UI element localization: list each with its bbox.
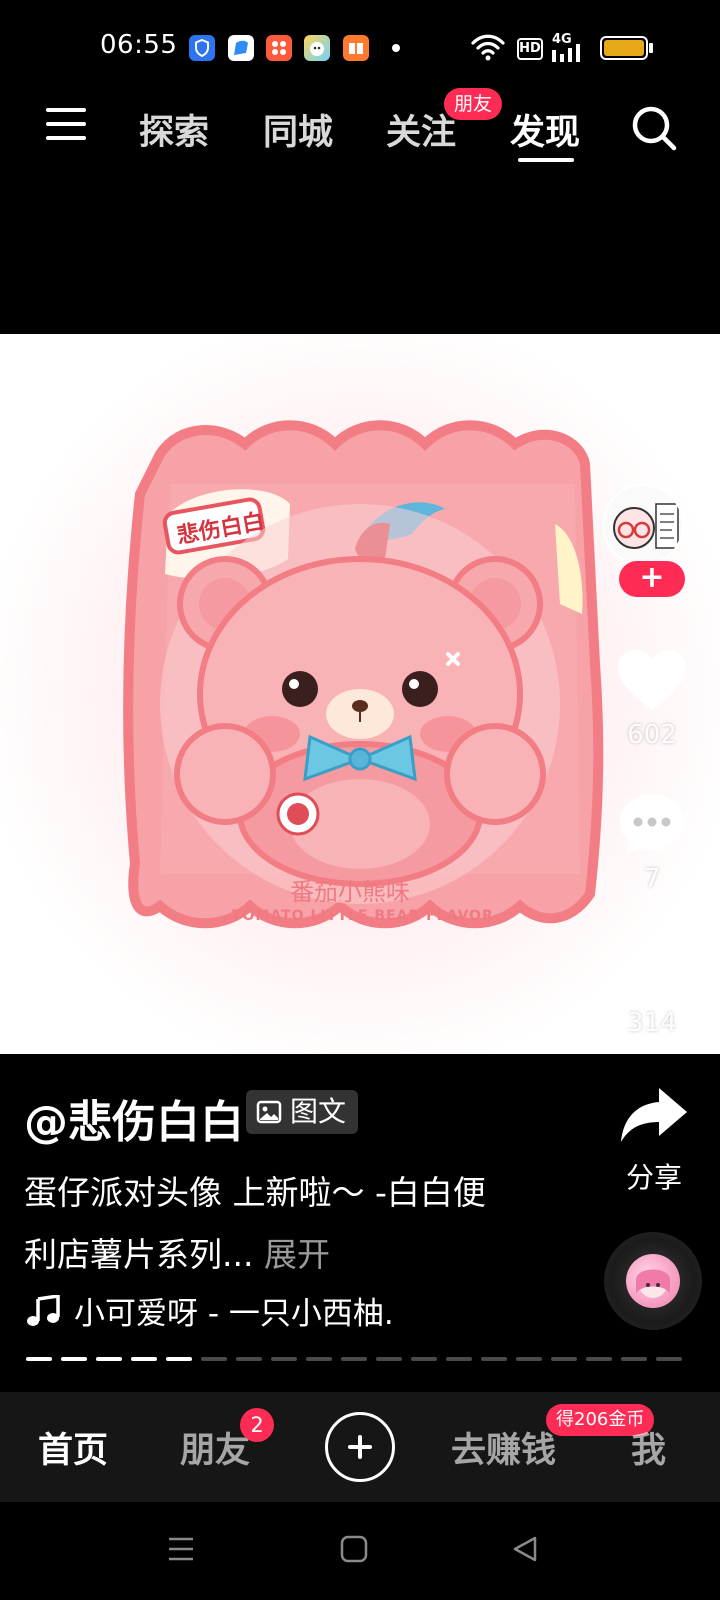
progress-segment <box>376 1357 402 1361</box>
tab-me[interactable]: 我 <box>631 1422 666 1473</box>
author-avatar[interactable] <box>602 484 684 566</box>
progress-segment <box>341 1357 367 1361</box>
post-type-label: 图文 <box>290 1095 347 1128</box>
progress-segment <box>131 1357 157 1361</box>
progress-segment <box>621 1357 647 1361</box>
image-progress-indicator <box>26 1357 682 1361</box>
music-note-icon <box>27 1294 60 1326</box>
progress-segment <box>61 1357 87 1361</box>
progress-segment <box>166 1357 192 1361</box>
game-app-icon <box>304 35 330 61</box>
battery-tip <box>649 43 653 53</box>
progress-segment <box>551 1357 577 1361</box>
book-app-icon <box>343 35 369 61</box>
blue-app-icon <box>228 35 254 61</box>
progress-segment <box>236 1357 262 1361</box>
menu-icon[interactable] <box>46 108 86 142</box>
product-cn-label: 番茄小熊味 <box>290 878 410 906</box>
comment-count: 7 <box>643 864 661 894</box>
friends-badge: 朋友 <box>444 88 503 120</box>
status-bar: 06:55 HD 4G <box>0 0 720 96</box>
share-label: 分享 <box>625 1161 682 1194</box>
orange-app-icon <box>266 35 292 61</box>
friends-count-badge: 2 <box>240 1408 274 1442</box>
music-info[interactable]: 小可爱呀 - 一只小西柚. <box>26 1288 394 1333</box>
home-icon[interactable] <box>339 1534 369 1564</box>
product-en-label: TOMATO LITTLE BEAR FLAVOR <box>232 908 494 924</box>
progress-segment <box>201 1357 227 1361</box>
progress-segment <box>271 1357 297 1361</box>
tab-local[interactable]: 同城 <box>263 104 333 155</box>
bottom-tab-bar: 首页 朋友 2 去赚钱 得206金币 我 <box>0 1392 720 1502</box>
post-type-tag: 图文 <box>246 1090 359 1134</box>
more-notifications-dot <box>392 44 400 52</box>
tab-friends[interactable]: 朋友 <box>180 1422 250 1473</box>
expand-link[interactable]: 展开 <box>264 1235 330 1274</box>
author-name[interactable]: @悲伤白白 <box>24 1086 244 1150</box>
system-nav-bar <box>0 1502 720 1600</box>
favorite-count: 314 <box>627 1008 677 1038</box>
music-disc[interactable] <box>604 1232 702 1330</box>
favorite-button[interactable]: 314 <box>610 934 694 1038</box>
music-cover <box>626 1254 680 1308</box>
progress-segment <box>306 1357 332 1361</box>
comment-button[interactable]: 7 <box>610 790 694 894</box>
star-icon <box>618 935 686 1000</box>
progress-segment <box>411 1357 437 1361</box>
progress-segment <box>446 1357 472 1361</box>
signal-icon <box>552 44 580 62</box>
share-arrow-icon <box>621 1088 687 1142</box>
tab-home[interactable]: 首页 <box>38 1422 108 1473</box>
create-post-button[interactable] <box>325 1412 395 1482</box>
post-description: 蛋仔派对头像 上新啦～ -白白便利店薯片系列... 展开 <box>24 1162 494 1286</box>
top-nav: 探索 同城 关注 朋友 发现 <box>0 88 720 176</box>
like-count: 602 <box>627 720 677 750</box>
music-title: 小可爱呀 - 一只小西柚. <box>74 1296 394 1332</box>
progress-segment <box>656 1357 682 1361</box>
tab-discover[interactable]: 发现 <box>510 104 580 155</box>
tab-explore[interactable]: 探索 <box>139 104 209 155</box>
comment-icon <box>620 794 684 854</box>
shield-app-icon <box>189 35 215 61</box>
recent-apps-icon[interactable] <box>166 1534 196 1564</box>
wifi-icon <box>471 34 505 61</box>
hd-icon: HD <box>517 38 543 60</box>
battery-icon <box>600 36 648 60</box>
heart-icon <box>618 650 686 710</box>
image-icon <box>256 1100 282 1124</box>
progress-segment <box>96 1357 122 1361</box>
active-tab-indicator <box>518 158 574 162</box>
description-text: 蛋仔派对头像 上新啦～ -白白便利店薯片系列... <box>24 1173 486 1274</box>
tab-earn[interactable]: 去赚钱 <box>451 1422 556 1473</box>
progress-segment <box>481 1357 507 1361</box>
back-icon[interactable] <box>510 1534 540 1564</box>
follow-button[interactable]: + <box>619 561 685 597</box>
progress-segment <box>586 1357 612 1361</box>
share-button[interactable]: 分享 <box>612 1086 696 1196</box>
like-button[interactable]: 602 <box>610 648 694 750</box>
progress-segment <box>516 1357 542 1361</box>
search-icon[interactable] <box>630 104 678 152</box>
progress-segment <box>26 1357 52 1361</box>
status-time: 06:55 <box>100 30 178 60</box>
